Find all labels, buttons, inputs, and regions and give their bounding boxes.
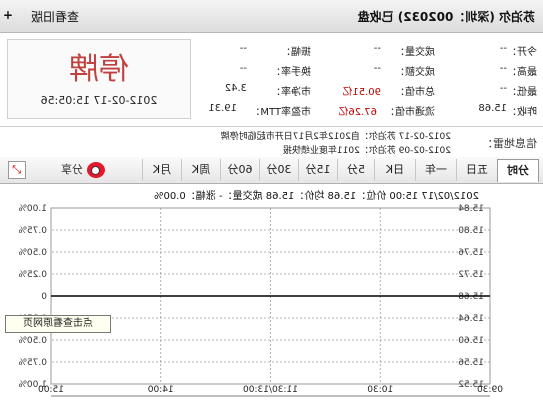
news-item[interactable]: 2012-02-17 苏泊尔：自2012年2月17日开市起临时停牌 [221, 129, 451, 142]
info-mine-strip: 信息地雷： 2012-02-17 苏泊尔：自2012年2月17日开市起临时停牌 … [0, 126, 543, 158]
y-tick-percent: 0.50% [18, 248, 47, 258]
old-version-link[interactable]: 查看旧版 [31, 8, 79, 25]
chart-info-line: 2012/02/17 15:00 价位：15.68 均价：15.68 成交量：-… [0, 184, 543, 202]
trading-halt-label: 停牌 [69, 52, 129, 87]
x-tick-label: 11:30/13:00 [243, 385, 298, 395]
value-float-cap: 67.26亿 [338, 107, 377, 118]
value-prev-close: 15.68 [478, 103, 507, 114]
value-volume: -- [373, 43, 381, 54]
share-label: 分享 [61, 163, 83, 176]
y-tick-percent: 1.00% [18, 204, 47, 214]
value-turnover-rate: -- [239, 63, 247, 74]
title-bar: 苏泊尔 (深圳：002032) 已收盘 查看旧版 + [0, 0, 543, 33]
label-volume: 成交量： [395, 47, 435, 58]
y-tick-price: 15.72 [458, 270, 484, 280]
tab-daily-k[interactable]: 日K [374, 159, 415, 181]
value-high: -- [499, 63, 507, 74]
y-tick-price: 15.64 [458, 314, 484, 324]
tab-intraday[interactable]: 分时 [497, 159, 539, 182]
tab-15min[interactable]: 15分 [298, 159, 337, 181]
y-tick-price: 15.60 [458, 336, 484, 346]
x-tick-label: 10:30 [367, 385, 393, 395]
label-prev-close: 昨收： [507, 107, 537, 118]
value-open: -- [499, 43, 507, 54]
screenshot-stage: 苏泊尔 (深圳：002032) 已收盘 查看旧版 + 今开： -- 成交量： -… [0, 0, 543, 417]
label-low: 最低： [507, 87, 537, 98]
label-float-cap: 流通市值： [385, 107, 435, 118]
add-button[interactable]: + [3, 8, 13, 22]
value-pb-ratio: 3.42 [224, 83, 247, 94]
value-pe-ttm: 19.31 [208, 103, 237, 114]
y-tick-percent: 0.25% [18, 270, 47, 280]
y-tick-percent: 0.75% [18, 358, 47, 368]
y-tick-price: 15.76 [458, 248, 484, 258]
y-tick-percent: 0 [41, 292, 47, 302]
y-tick-price: 15.84 [458, 204, 484, 214]
trading-halt-time: 2012-02-17 15:05:56 [40, 94, 158, 107]
expand-icon[interactable]: ⤢ [8, 161, 26, 179]
value-market-cap: 90.51亿 [342, 87, 381, 98]
x-tick-label: 09:30 [477, 385, 503, 395]
tab-5min[interactable]: 5分 [337, 159, 374, 181]
share-button[interactable]: 分享 [61, 160, 107, 180]
quote-panel: 今开： -- 成交量： -- 振幅： -- 最高： -- 成交额： -- 换手率… [0, 33, 543, 125]
label-high: 最高： [507, 67, 537, 78]
y-tick-price: 15.56 [458, 358, 484, 368]
y-tick-percent: 0.50% [18, 336, 47, 346]
label-turnover-rate: 换手率： [271, 67, 311, 78]
info-mine-title: 信息地雷： [482, 137, 537, 150]
tab-five-day[interactable]: 五日 [456, 159, 497, 181]
label-turnover-amount: 成交额： [395, 67, 435, 78]
x-tick-label: 15:00 [38, 385, 64, 395]
y-tick-price: 15.80 [458, 226, 484, 236]
tab-one-year[interactable]: 一年 [415, 159, 456, 181]
label-open: 今开： [507, 47, 537, 58]
value-amplitude: -- [239, 43, 247, 54]
value-turnover-amount: -- [373, 63, 381, 74]
trading-halt-box: 停牌 2012-02-17 15:05:56 [7, 39, 191, 119]
label-market-cap: 总市值： [395, 87, 435, 98]
chart-info-text: 2012/02/17 15:00 价位：15.68 均价：15.68 成交量：-… [154, 191, 479, 202]
label-pb-ratio: 市净率： [271, 87, 311, 98]
weibo-icon [87, 162, 105, 178]
tab-monthly-k[interactable]: 月K [142, 159, 181, 181]
window-title: 苏泊尔 (深圳：002032) 已收盘 [357, 10, 535, 24]
label-pe-ttm: 市盈率TTM： [250, 107, 311, 118]
x-tick-label: 14:00 [148, 385, 174, 395]
label-amplitude: 振幅： [281, 47, 311, 58]
view-original-tooltip[interactable]: 点击查看原网页 [5, 315, 111, 333]
news-item[interactable]: 2012-02-09 苏泊尔：2011年度业绩快报 [283, 143, 451, 156]
tab-60min[interactable]: 60分 [220, 159, 259, 181]
y-tick-price: 15.68 [458, 292, 484, 302]
value-low: -- [499, 83, 507, 94]
intraday-chart: 15.84 1.00% 15.80 0.75% 15.76 0.50% 15.72 0.25%… [18, 204, 503, 397]
y-tick-percent: 0.75% [18, 226, 47, 236]
period-tab-bar: 分时 五日 一年 日K 5分 15分 30分 60分 周K 月K 分享 ⤢ [0, 157, 543, 184]
tab-30min[interactable]: 30分 [259, 159, 298, 181]
tab-weekly-k[interactable]: 周K [181, 159, 220, 181]
